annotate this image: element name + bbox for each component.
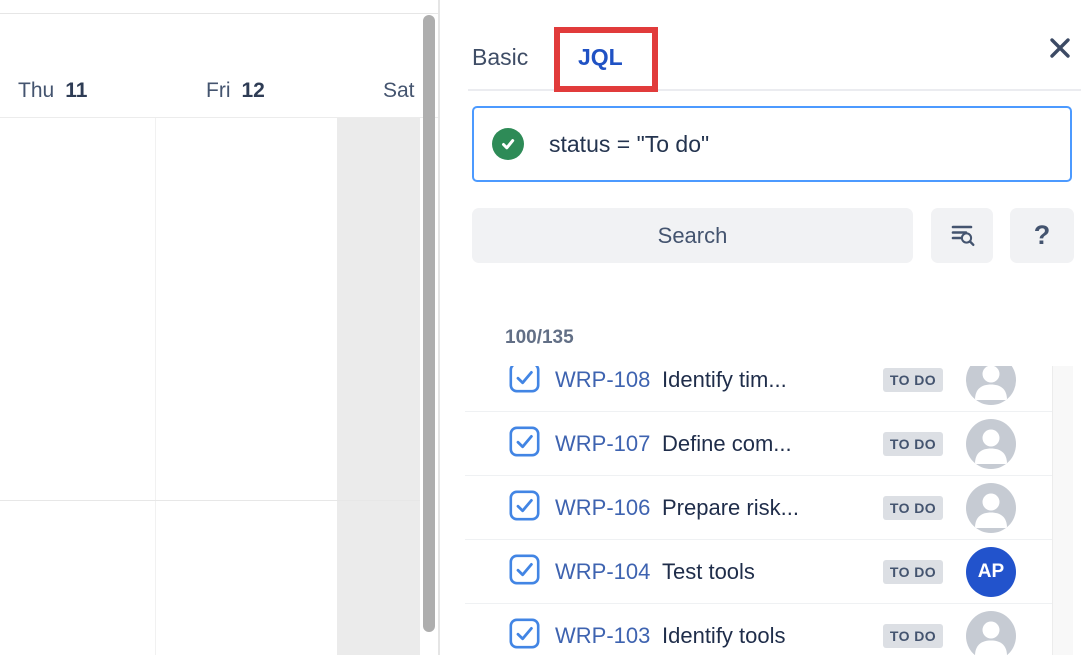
check-circle-icon <box>492 128 524 160</box>
issue-row[interactable]: WRP-106 Prepare risk... TO DO <box>465 476 1052 540</box>
day-number: 11 <box>65 79 87 103</box>
task-checkbox-icon[interactable] <box>509 554 540 590</box>
close-icon <box>1048 36 1072 65</box>
issue-row[interactable]: WRP-107 Define com... TO DO <box>465 412 1052 476</box>
person-icon <box>966 419 1016 469</box>
calendar-scrollbar-thumb[interactable] <box>423 15 435 632</box>
status-badge: TO DO <box>883 560 943 584</box>
search-button[interactable]: Search <box>472 208 913 263</box>
jql-annotation-box <box>554 27 658 92</box>
issue-row[interactable]: WRP-104 Test tools TO DO AP <box>465 540 1052 604</box>
task-checkbox-icon[interactable] <box>509 426 540 462</box>
avatar: AP <box>966 547 1016 597</box>
jql-query-text: status = "To do" <box>549 131 709 158</box>
avatar <box>966 366 1016 405</box>
result-count: 100/135 <box>505 327 574 349</box>
weekend-column <box>337 118 420 655</box>
issue-title: Identify tools <box>662 623 786 649</box>
issue-key[interactable]: WRP-103 <box>555 623 662 649</box>
status-badge: TO DO <box>883 368 943 392</box>
issue-key[interactable]: WRP-106 <box>555 495 662 521</box>
issue-title: Prepare risk... <box>662 495 799 521</box>
issue-title: Define com... <box>662 431 792 457</box>
calendar-column-divider <box>155 118 156 655</box>
task-checkbox-icon[interactable] <box>509 366 540 398</box>
issue-title: Identify tim... <box>662 367 787 393</box>
issue-row[interactable]: WRP-103 Identify tools TO DO <box>465 604 1052 655</box>
status-badge: TO DO <box>883 496 943 520</box>
task-checkbox-icon[interactable] <box>509 618 540 654</box>
filter-search-button[interactable] <box>931 208 993 263</box>
jql-query-input[interactable]: status = "To do" <box>472 106 1072 182</box>
close-button[interactable] <box>1046 36 1074 64</box>
calendar-week-divider <box>0 500 420 501</box>
filter-search-icon <box>948 220 976 251</box>
issue-key[interactable]: WRP-108 <box>555 367 662 393</box>
person-icon <box>966 483 1016 533</box>
avatar <box>966 483 1016 533</box>
day-name: Fri <box>206 79 231 103</box>
avatar <box>966 611 1016 655</box>
calendar-day-header-fri: Fri 12 <box>206 79 265 103</box>
day-name: Thu <box>18 79 54 103</box>
day-number: 12 <box>242 79 265 103</box>
task-checkbox-icon[interactable] <box>509 490 540 526</box>
issue-title: Test tools <box>662 559 755 585</box>
person-icon <box>966 611 1016 655</box>
issue-list-viewport: WRP-108 Identify tim... TO DO WRP-107 De… <box>440 366 1052 655</box>
calendar-panel: Thu 11 Fri 12 Sat <box>0 0 438 655</box>
day-name: Sat <box>383 79 415 103</box>
issue-list-scrollbar-track[interactable] <box>1052 366 1073 655</box>
issue-key[interactable]: WRP-107 <box>555 431 662 457</box>
search-issues-panel: Basic JQL status = "To do" Search <box>440 0 1081 655</box>
calendar-top-border <box>0 13 438 14</box>
issue-list: WRP-108 Identify tim... TO DO WRP-107 De… <box>440 366 1052 655</box>
help-button[interactable]: ? <box>1010 208 1074 263</box>
issue-key[interactable]: WRP-104 <box>555 559 662 585</box>
person-icon <box>966 366 1016 405</box>
calendar-day-header-sat: Sat <box>383 79 426 103</box>
app-window: Thu 11 Fri 12 Sat Basic JQL <box>0 0 1081 655</box>
avatar <box>966 419 1016 469</box>
status-badge: TO DO <box>883 432 943 456</box>
status-badge: TO DO <box>883 624 943 648</box>
calendar-day-header-thu: Thu 11 <box>18 79 87 103</box>
issue-row[interactable]: WRP-108 Identify tim... TO DO <box>465 366 1052 412</box>
avatar-initials: AP <box>978 561 1004 583</box>
tab-basic[interactable]: Basic <box>472 44 528 71</box>
question-mark-icon: ? <box>1034 220 1051 251</box>
